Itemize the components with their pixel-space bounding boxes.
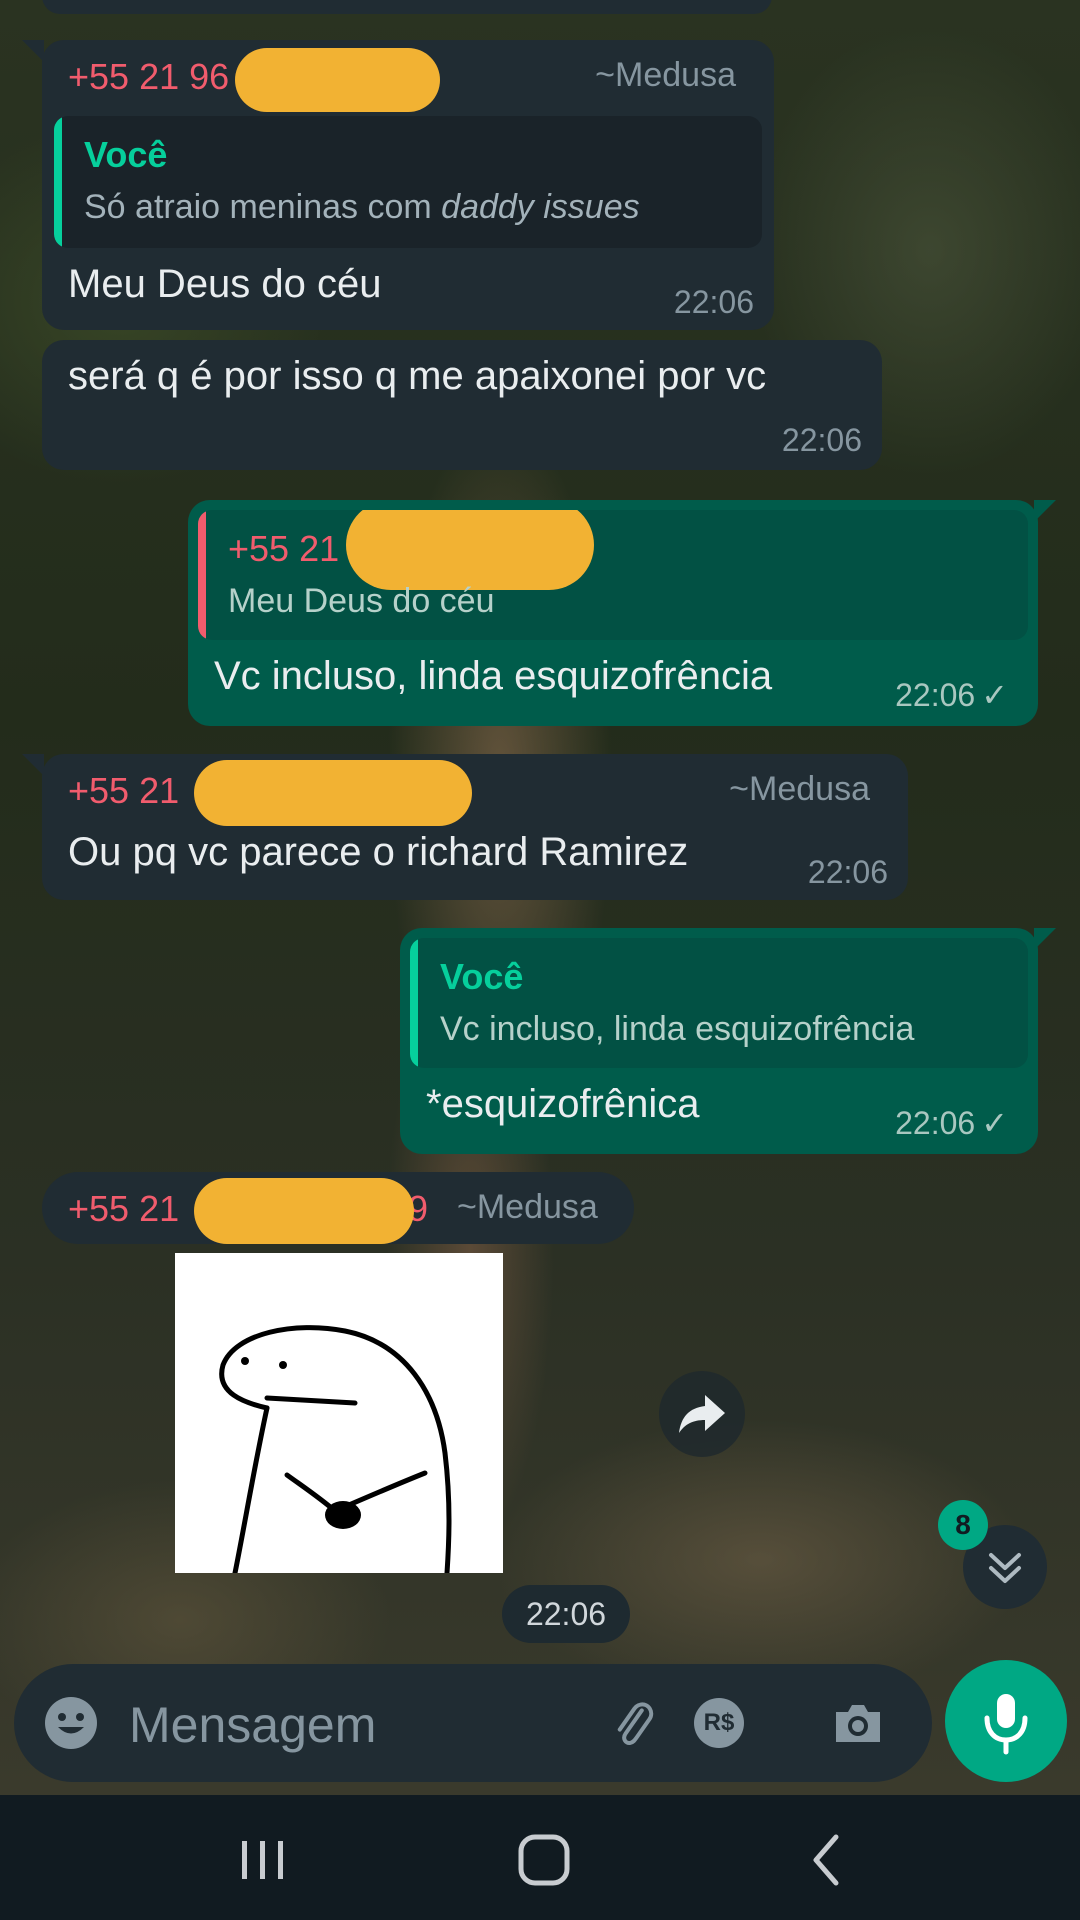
quote-author: Você [440, 956, 524, 997]
sticker-time: 22:06 [502, 1585, 630, 1643]
payment-icon[interactable]: R$ [694, 1698, 744, 1748]
message-time: 22:06 [781, 422, 862, 458]
forward-icon [679, 1395, 725, 1433]
message-text: será q é por isso q me apaixonei por vc [68, 354, 767, 398]
quote-author: +55 21 [228, 528, 340, 569]
incoming-message-bubble[interactable]: +55 21 ~Medusa Ou pq vc parece o richard… [42, 754, 908, 900]
quote-bar [54, 116, 62, 248]
message-text: Meu Deus do céu [68, 262, 382, 306]
incoming-message-bubble[interactable]: +55 21 96 ~Medusa Você Só atraio meninas… [42, 40, 774, 330]
sender-alias: ~Medusa [457, 1188, 598, 1226]
message-time: 22:06 ✓ [895, 1105, 1008, 1141]
incoming-message-bubble[interactable]: será q é por isso q me apaixonei por vc … [42, 340, 882, 470]
quoted-message[interactable]: +55 21 Meu Deus do céu [198, 510, 1028, 640]
quote-text: Só atraio meninas com daddy issues [84, 188, 640, 226]
redaction-mark [194, 1178, 414, 1244]
unread-count-badge: 8 [938, 1500, 988, 1550]
bubble-tail [1034, 500, 1056, 522]
quote-text: Meu Deus do céu [228, 582, 495, 620]
message-input[interactable]: Mensagem [129, 1696, 376, 1754]
mic-icon [984, 1694, 1028, 1755]
message-text: *esquizofrênica [426, 1082, 700, 1126]
attach-icon[interactable] [604, 1694, 664, 1754]
sticker-image[interactable] [175, 1253, 503, 1576]
sender-alias: ~Medusa [729, 770, 870, 808]
voice-message-button[interactable] [945, 1660, 1067, 1782]
message-text: Vc incluso, linda esquizofrência [214, 654, 773, 698]
bubble-tail [1034, 928, 1056, 950]
sent-check-icon: ✓ [981, 1105, 1008, 1141]
quote-text: Vc incluso, linda esquizofrência [440, 1010, 915, 1048]
back-icon[interactable] [806, 1831, 846, 1889]
message-time: 22:06 [807, 854, 888, 890]
previous-message-bubble[interactable] [42, 0, 772, 14]
redaction-mark [346, 510, 594, 590]
quote-author: Você [84, 134, 168, 175]
home-icon[interactable] [515, 1831, 573, 1889]
sender-header-chip[interactable]: +55 21 9 ~Medusa [42, 1172, 634, 1244]
forward-button[interactable] [659, 1371, 745, 1457]
redaction-mark [235, 48, 440, 112]
quoted-message[interactable]: Você Só atraio meninas com daddy issues [54, 116, 762, 248]
sent-check-icon: ✓ [981, 677, 1008, 713]
outgoing-message-bubble[interactable]: +55 21 Meu Deus do céu Vc incluso, linda… [188, 500, 1038, 726]
camera-icon[interactable] [828, 1694, 888, 1754]
redaction-mark [194, 760, 472, 826]
recents-icon[interactable] [236, 1835, 290, 1885]
quoted-message[interactable]: Você Vc incluso, linda esquizofrência [410, 938, 1028, 1068]
bubble-tail [22, 754, 44, 776]
flork-sticker-drawing [219, 1325, 452, 1576]
message-composer[interactable]: Mensagem R$ [14, 1664, 932, 1782]
system-navigation-bar [0, 1795, 1080, 1920]
message-text: Ou pq vc parece o richard Ramirez [68, 830, 689, 874]
sender-phone[interactable]: +55 21 [68, 770, 179, 812]
emoji-icon[interactable] [42, 1694, 100, 1752]
message-time: 22:06 ✓ [895, 677, 1008, 713]
quote-bar [410, 938, 418, 1068]
outgoing-message-bubble[interactable]: Você Vc incluso, linda esquizofrência *e… [400, 928, 1038, 1154]
message-time: 22:06 [673, 284, 754, 320]
quote-bar [198, 510, 206, 640]
sender-phone[interactable]: +55 21 96 [68, 56, 229, 98]
sender-phone[interactable]: +55 21 [68, 1188, 179, 1230]
sender-alias: ~Medusa [595, 56, 736, 94]
bubble-tail [22, 40, 44, 62]
